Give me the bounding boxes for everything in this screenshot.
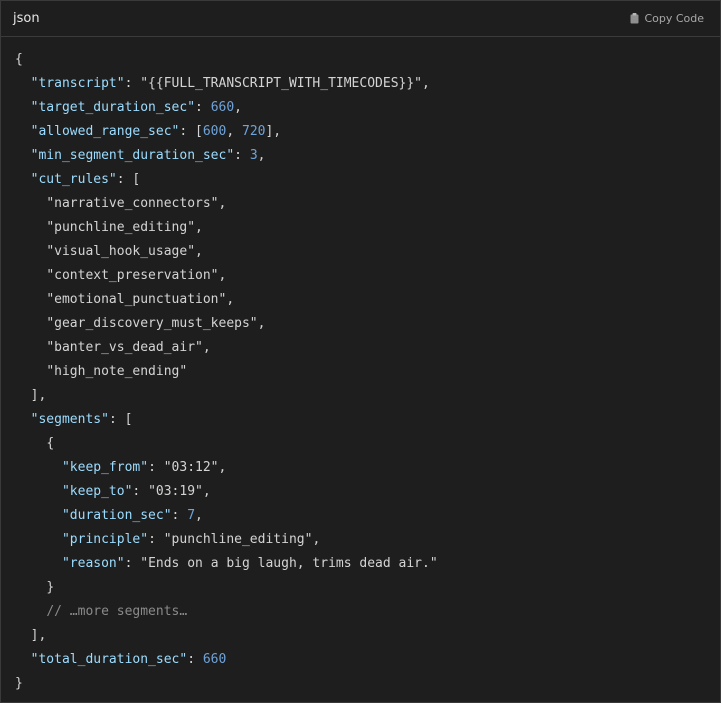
json-key: "keep_to" xyxy=(61,484,133,499)
copy-code-label: Copy Code xyxy=(644,12,704,25)
json-key: "duration_sec" xyxy=(61,508,172,523)
json-key: "keep_from" xyxy=(61,460,149,475)
clipboard-icon xyxy=(630,13,639,24)
code-block-header: json Copy Code xyxy=(1,1,720,37)
json-string: "03:12" xyxy=(163,460,219,475)
json-number: 720 xyxy=(242,124,266,139)
cut-rule-item: "visual_hook_usage" xyxy=(46,244,196,259)
json-number: 660 xyxy=(202,652,227,667)
language-label: json xyxy=(13,11,40,26)
json-string: "punchline_editing" xyxy=(163,532,313,547)
cut-rule-item: "punchline_editing" xyxy=(46,220,196,235)
json-key: "allowed_range_sec" xyxy=(30,124,180,139)
json-key: "reason" xyxy=(61,556,125,571)
json-number: 3 xyxy=(249,148,258,163)
cut-rule-item: "narrative_connectors" xyxy=(46,196,219,211)
cut-rule-item: "context_preservation" xyxy=(46,268,219,283)
json-string: "{{FULL_TRANSCRIPT_WITH_TIMECODES}}" xyxy=(140,76,422,91)
code-comment: // …more segments… xyxy=(46,604,188,619)
cut-rule-item: "gear_discovery_must_keeps" xyxy=(46,316,258,331)
json-number: 600 xyxy=(202,124,227,139)
code-content: { "transcript": "{{FULL_TRANSCRIPT_WITH_… xyxy=(15,52,438,691)
cut-rule-item: "banter_vs_dead_air" xyxy=(46,340,203,355)
json-key: "principle" xyxy=(61,532,149,547)
json-key: "segments" xyxy=(30,412,109,427)
json-key: "transcript" xyxy=(30,76,125,91)
cut-rule-item: "high_note_ending" xyxy=(46,364,188,379)
json-string: "Ends on a big laugh, trims dead air." xyxy=(140,556,438,571)
json-number: 7 xyxy=(187,508,196,523)
json-key: "target_duration_sec" xyxy=(30,100,196,115)
copy-code-button[interactable]: Copy Code xyxy=(630,12,704,25)
code-block: json Copy Code { "transcript": "{{FULL_T… xyxy=(0,0,721,703)
json-string: "03:19" xyxy=(148,484,203,499)
cut-rule-item: "emotional_punctuation" xyxy=(46,292,227,307)
json-number: 660 xyxy=(210,100,235,115)
json-key: "cut_rules" xyxy=(30,172,117,187)
json-key: "total_duration_sec" xyxy=(30,652,188,667)
json-key: "min_segment_duration_sec" xyxy=(30,148,235,163)
